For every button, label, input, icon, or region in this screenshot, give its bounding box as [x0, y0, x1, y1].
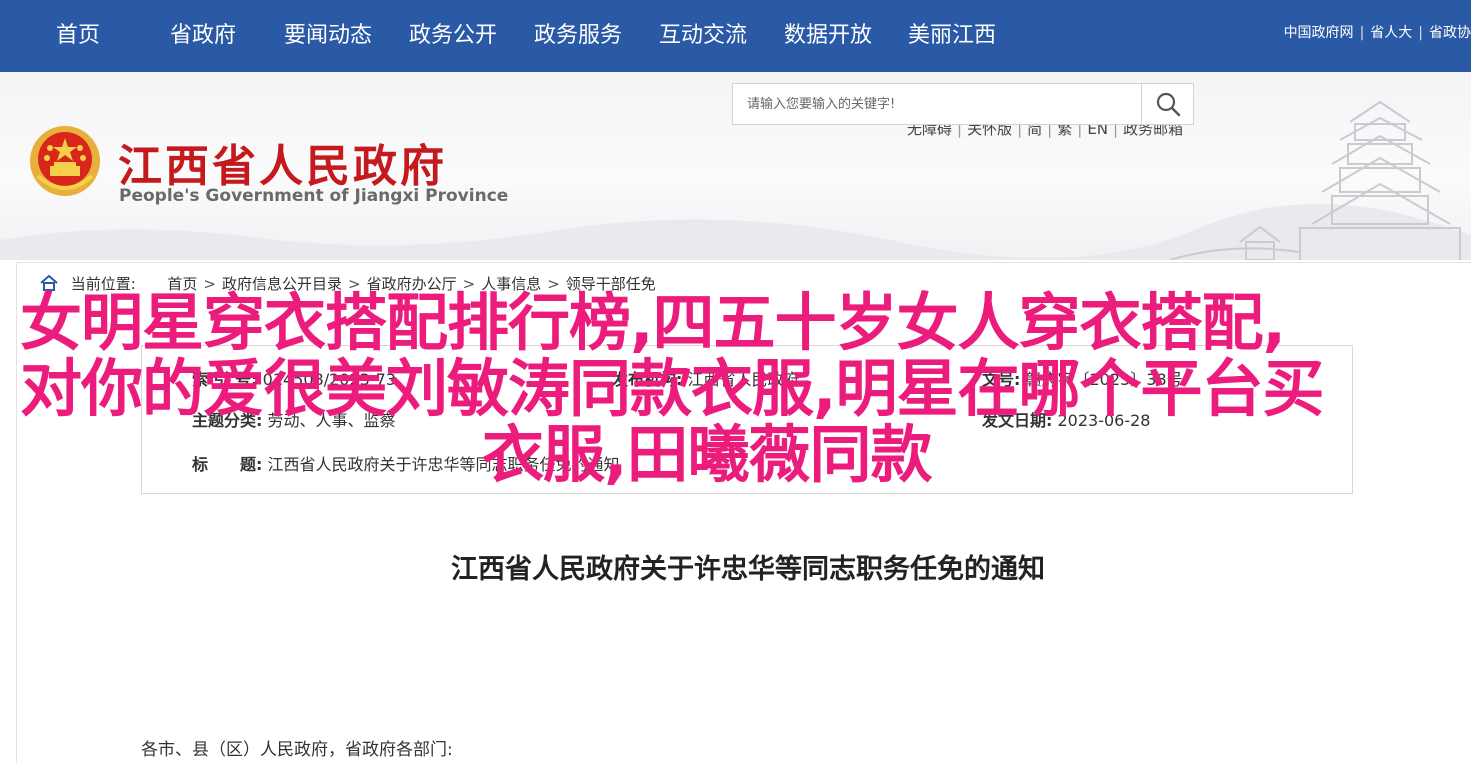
meta-index-no: 73: [375, 370, 396, 389]
meta-index-year: 2023: [329, 370, 370, 389]
nav-public-affairs[interactable]: 政务公开: [409, 0, 497, 72]
top-navigation: 首页 省政府 要闻动态 政务公开 政务服务 互动交流 数据开放 美丽江西 中国政…: [0, 0, 1471, 72]
meta-subject-value: 江西省人民政府关于许忠华等同志职务任免的通知: [267, 455, 620, 474]
meta-doc-no-value: 赣府字〔2023〕38号: [1025, 370, 1183, 389]
breadcrumb: 当前位置: 首页 > 政府信息公开目录 > 省政府办公厅 > 人事信息 > 领导干部任免: [40, 273, 656, 295]
top-external-links: 中国政府网 | 省人大 | 省政协: [1283, 25, 1471, 41]
breadcrumb-info-catalog[interactable]: 政府信息公开目录: [222, 275, 342, 293]
breadcrumb-general-office[interactable]: 省政府办公厅: [367, 275, 457, 293]
link-provincial-congress[interactable]: 省人大: [1370, 25, 1412, 41]
meta-index-value: 014508: [262, 370, 324, 389]
nav-home[interactable]: 首页: [56, 0, 100, 72]
site-title: 江西省人民政府: [118, 141, 447, 192]
meta-category-value: 劳动、人事、监察: [267, 411, 396, 430]
search-box: [732, 83, 1142, 125]
meta-date-value: 2023-06-28: [1057, 411, 1151, 430]
meta-issuer-row: 发布机构: 江西省人民政府: [612, 366, 800, 390]
meta-date-key: 发文日期:: [982, 411, 1053, 430]
link-provincial-cppcc[interactable]: 省政协: [1429, 25, 1471, 41]
document-metadata-box: 索 引 号: 014508/2023-73 发布机构: 江西省人民政府 文号: …: [141, 345, 1353, 494]
search-input[interactable]: [733, 84, 1141, 124]
meta-index-row: 索 引 号: 014508/2023-73: [192, 370, 396, 389]
pagoda-illustration: [1169, 100, 1461, 260]
meta-issuer-value: 江西省人民政府: [687, 370, 800, 389]
link-central-government[interactable]: 中国政府网: [1284, 25, 1354, 41]
nav-open-data[interactable]: 数据开放: [784, 0, 872, 72]
meta-subject-row: 标 题: 江西省人民政府关于许忠华等同志职务任免的通知: [192, 451, 620, 475]
meta-doc-no-key: 文号:: [982, 370, 1021, 389]
home-icon: [40, 275, 58, 291]
meta-issuer-key: 发布机构:: [612, 370, 683, 389]
nav-provincial-government[interactable]: 省政府: [170, 0, 236, 72]
article-salutation: 各市、县（区）人民政府，省政府各部门:: [141, 740, 453, 760]
breadcrumb-home[interactable]: 首页: [167, 275, 197, 293]
search-icon: [1156, 92, 1180, 117]
meta-category-row: 主题分类: 劳动、人事、监察: [192, 407, 396, 431]
search-button[interactable]: [1141, 83, 1194, 125]
site-subtitle: People's Government of Jiangxi Province: [119, 186, 509, 206]
meta-date-row: 发文日期: 2023-06-28: [982, 407, 1150, 431]
breadcrumb-personnel-info[interactable]: 人事信息: [481, 275, 541, 293]
national-emblem-logo: [30, 126, 100, 196]
content-panel: [16, 262, 1471, 763]
meta-category-key: 主题分类:: [192, 411, 263, 430]
breadcrumb-appointments[interactable]: 领导干部任免: [566, 275, 656, 293]
nav-news[interactable]: 要闻动态: [284, 0, 372, 72]
meta-doc-no-row: 文号: 赣府字〔2023〕38号: [982, 366, 1183, 390]
nav-interaction[interactable]: 互动交流: [659, 0, 747, 72]
meta-index-key: 索 引 号:: [192, 370, 258, 389]
breadcrumb-label: 当前位置:: [70, 275, 136, 293]
meta-subject-key: 标 题:: [192, 455, 263, 474]
article-title: 江西省人民政府关于许忠华等同志职务任免的通知: [451, 554, 1045, 585]
nav-beautiful-jiangxi[interactable]: 美丽江西: [908, 0, 996, 72]
nav-government-services[interactable]: 政务服务: [534, 0, 622, 72]
